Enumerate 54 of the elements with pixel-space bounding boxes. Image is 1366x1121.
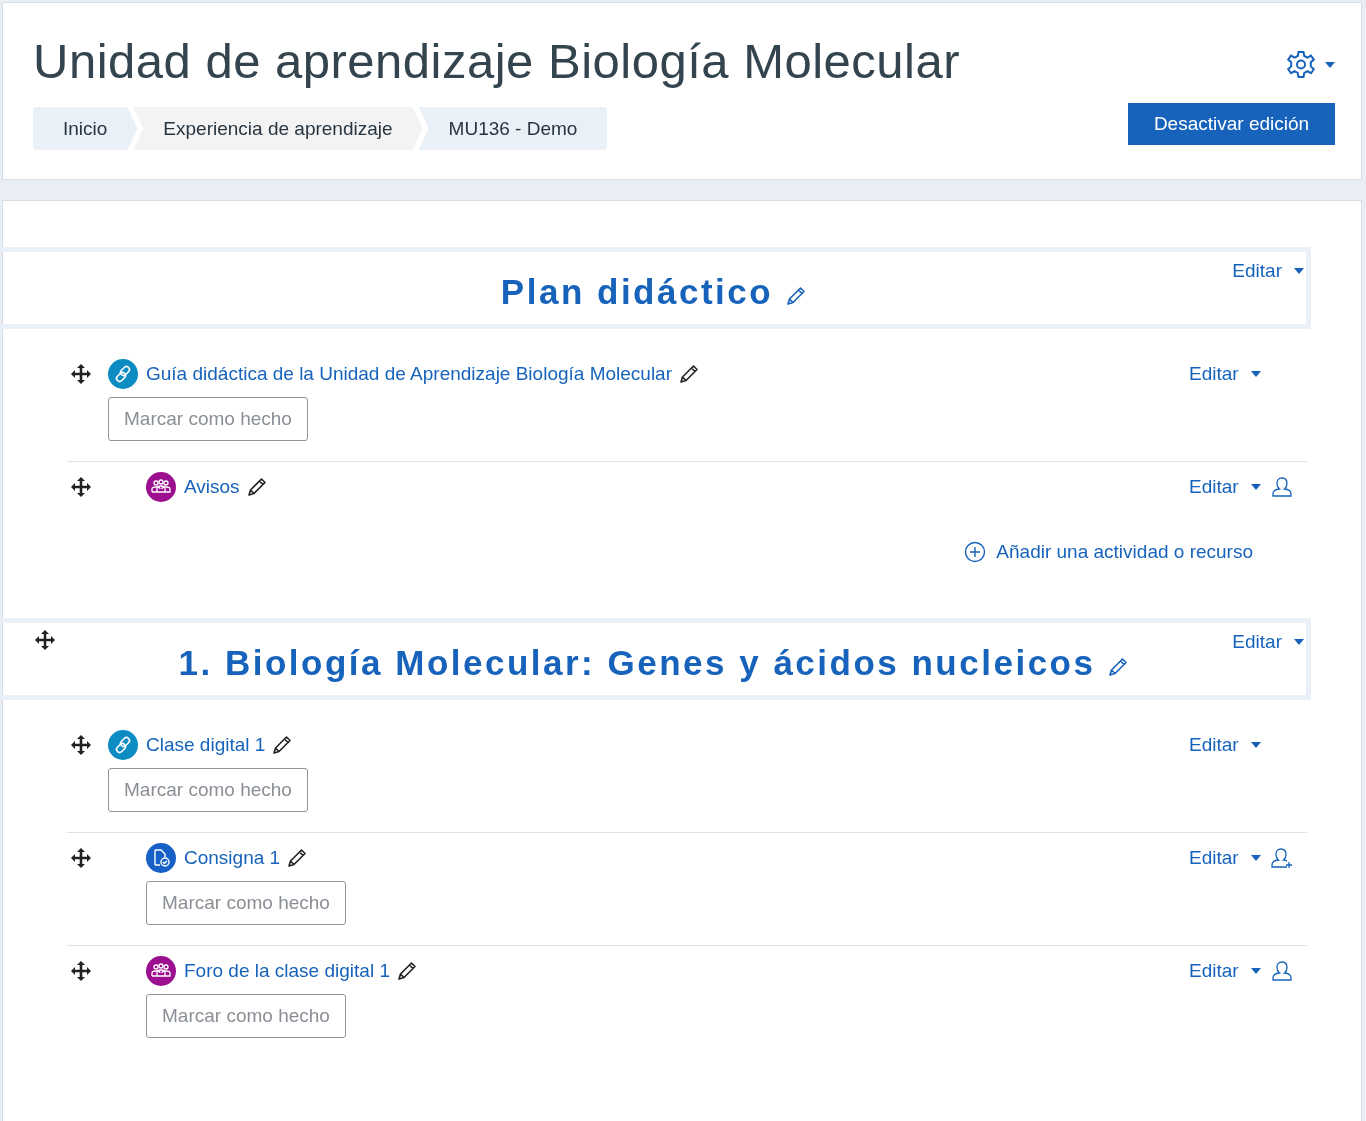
pencil-icon[interactable] [245, 476, 268, 498]
gear-icon [1285, 49, 1317, 81]
caret-icon [1250, 968, 1261, 974]
move-icon[interactable] [70, 847, 92, 869]
activity-link[interactable]: Avisos [184, 476, 240, 498]
caret-icon [1250, 371, 1261, 377]
person-plus-icon[interactable] [1270, 847, 1293, 869]
edit-menu[interactable]: Editar [1189, 847, 1261, 869]
activity-link[interactable]: Clase digital 1 [146, 734, 266, 756]
breadcrumb-link[interactable]: Inicio [33, 107, 138, 150]
plus-circle-icon [964, 541, 987, 563]
pencil-icon[interactable] [286, 847, 309, 869]
edit-menu[interactable]: Editar [1232, 631, 1304, 653]
move-icon[interactable] [70, 476, 92, 498]
mark-done-button[interactable]: Marcar como hecho [146, 994, 346, 1038]
caret-icon [1294, 268, 1304, 274]
caret-icon [1325, 62, 1335, 68]
edit-menu[interactable]: Editar [1189, 476, 1261, 498]
breadcrumb-link[interactable]: MU136 - Demo [418, 107, 608, 150]
link-icon [108, 359, 138, 389]
move-icon[interactable] [34, 629, 56, 651]
link-icon [108, 730, 138, 760]
edit-menu[interactable]: Editar [1232, 260, 1304, 282]
settings-menu[interactable] [1285, 49, 1335, 81]
edit-menu[interactable]: Editar [1189, 960, 1261, 982]
person-icon[interactable] [1270, 960, 1293, 982]
caret-icon [1250, 855, 1261, 861]
edit-menu[interactable]: Editar [1189, 734, 1261, 756]
activity-link[interactable]: Consigna 1 [184, 847, 281, 869]
mark-done-button[interactable]: Marcar como hecho [146, 881, 346, 925]
pencil-icon[interactable] [271, 734, 294, 756]
edit-menu[interactable]: Editar [1189, 363, 1261, 385]
people-icon [146, 956, 176, 986]
activity-link[interactable]: Guía didáctica de la Unidad de Aprendizaje Biología Molecular [146, 363, 672, 385]
edit-mode-button[interactable]: Desactivar edición [1128, 103, 1335, 145]
section-title: Plan didáctico [500, 272, 774, 312]
mark-done-button[interactable]: Marcar como hecho [108, 397, 308, 441]
add-activity-link[interactable]: Añadir una actividad o recurso [958, 540, 1259, 564]
person-icon[interactable] [1270, 476, 1293, 498]
page-title: Unidad de aprendizaje Biología Molecular [33, 33, 961, 89]
caret-icon [1250, 742, 1261, 748]
people-icon [146, 472, 176, 502]
caret-icon [1294, 639, 1304, 645]
pencil-icon[interactable] [395, 960, 418, 982]
activity-link[interactable]: Foro de la clase digital 1 [184, 960, 390, 982]
pencil-icon[interactable] [678, 363, 700, 385]
caret-icon [1250, 484, 1261, 490]
mark-done-button[interactable]: Marcar como hecho [108, 768, 308, 812]
breadcrumb-link[interactable]: Experiencia de aprendizaje [133, 107, 423, 150]
document-check-icon [146, 843, 176, 873]
move-icon[interactable] [70, 734, 92, 756]
move-icon[interactable] [70, 363, 92, 385]
section-title: 1. Biología Molecular: Genes y ácidos nucleicos [178, 643, 1096, 683]
move-icon[interactable] [70, 960, 92, 982]
